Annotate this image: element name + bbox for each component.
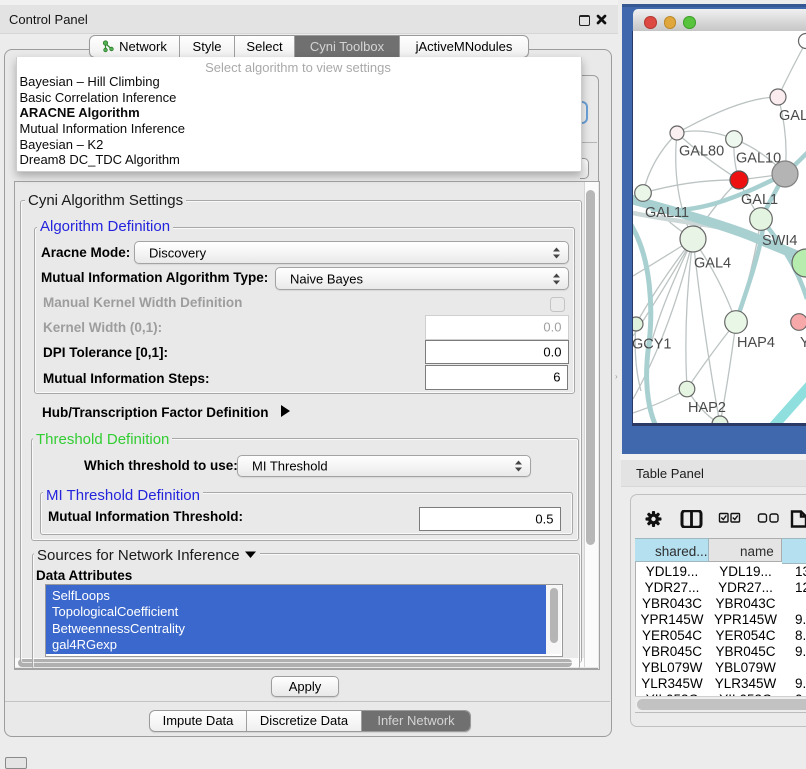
svg-text:GAL1: GAL1 (741, 192, 778, 208)
svg-text:Y: Y (800, 335, 806, 351)
svg-text:GCY1: GCY1 (633, 337, 672, 353)
svg-text:HAP2: HAP2 (688, 400, 726, 416)
svg-text:GAL: GAL (779, 108, 806, 124)
svg-text:GAL11: GAL11 (645, 205, 689, 221)
svg-text:HAP4: HAP4 (737, 335, 775, 351)
svg-text:GAL10: GAL10 (736, 151, 781, 167)
svg-text:GAL4: GAL4 (694, 256, 731, 272)
svg-text:SWI4: SWI4 (762, 233, 797, 249)
svg-text:GAL80: GAL80 (679, 144, 724, 160)
